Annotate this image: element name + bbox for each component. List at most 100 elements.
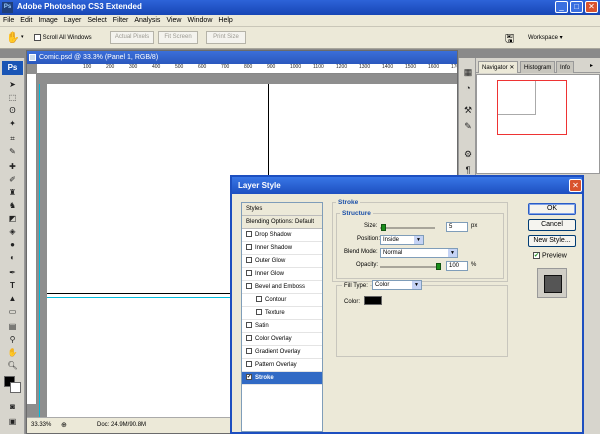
menu-view[interactable]: View [163,15,184,26]
panel-menu-icon[interactable]: ▸ [590,62,593,69]
eyedropper-sample-tool-icon[interactable]: ⚲ [3,334,22,345]
style-checkbox[interactable] [246,283,252,290]
zoom-tool-icon[interactable]: 🔍︎ [3,360,22,371]
close-button[interactable]: ✕ [585,1,598,13]
fill-type-select[interactable]: Color ▼ [372,280,422,290]
tab-navigator[interactable]: Navigator ✕ [478,61,519,73]
brushes-panel-icon[interactable]: ✎ [462,120,474,132]
path-selection-tool-icon[interactable]: ▲ [3,293,22,304]
history-brush-tool-icon[interactable]: ♞ [3,200,22,211]
menu-filter[interactable]: Filter [110,15,132,26]
history-panel-icon[interactable]: ◔ [462,82,474,94]
style-checkbox[interactable] [246,348,252,355]
maximize-button[interactable]: □ [570,1,583,13]
position-select[interactable]: Inside ▼ [380,235,424,245]
new-style-button[interactable]: New Style... [528,235,576,247]
style-item[interactable]: Bevel and Emboss [242,281,322,294]
cancel-button[interactable]: Cancel [528,219,576,231]
minimize-button[interactable]: _ [555,1,568,13]
size-slider-track[interactable] [380,227,435,229]
notes-tool-icon[interactable]: ▤ [3,321,22,332]
menu-analysis[interactable]: Analysis [131,15,163,26]
size-slider-knob[interactable] [381,224,386,231]
menu-select[interactable]: Select [84,15,109,26]
style-checkbox[interactable] [256,309,262,316]
preview-checkbox[interactable]: ✔ [533,252,540,259]
style-item[interactable]: Color Overlay [242,333,322,346]
hand-tool-icon[interactable]: ✋ [3,347,22,358]
clone-source-icon[interactable]: ⚙ [462,148,474,160]
quick-mask-icon[interactable]: ◙ [3,401,22,412]
tab-info[interactable]: Info [556,61,575,73]
opacity-slider-knob[interactable] [436,263,441,270]
dodge-tool-icon[interactable]: ◐ [3,252,22,263]
navigator-preview[interactable] [476,74,600,174]
opacity-slider-track[interactable] [380,266,440,268]
document-title-bar[interactable]: Comic.psd @ 33.3% (Panel 1, RGB/8) [27,51,457,64]
blend-mode-select[interactable]: Normal ▼ [380,248,458,258]
style-checkbox[interactable]: ✔ [246,374,252,381]
scroll-all-windows-checkbox[interactable] [34,34,41,41]
style-checkbox[interactable] [256,296,262,303]
tool-presets-icon[interactable]: ⚒ [462,104,474,116]
vertical-ruler[interactable] [27,74,37,404]
style-item[interactable]: Blending Options: Default [242,216,322,229]
paint-bucket-tool-icon[interactable]: ◈ [3,226,22,237]
status-menu-icon[interactable]: ⊕ [61,418,67,433]
style-checkbox[interactable] [246,257,252,264]
dialog-close-button[interactable]: ✕ [569,179,582,192]
workspace-menu[interactable]: Workspace ▾ [528,34,563,41]
preview-option[interactable]: ✔ Preview [533,252,567,259]
actual-pixels-button[interactable]: Actual Pixels [110,31,154,44]
fit-screen-button[interactable]: Fit Screen [158,31,198,44]
magic-wand-tool-icon[interactable]: ✦ [3,118,22,129]
style-item[interactable]: Texture [242,307,322,320]
menu-help[interactable]: Help [215,15,235,26]
style-checkbox[interactable] [246,361,252,368]
lasso-tool-icon[interactable]: ʘ [3,105,22,116]
background-color-swatch[interactable] [10,382,21,393]
shape-tool-icon[interactable]: ▭ [3,306,22,317]
horizontal-ruler[interactable]: 100 200 300 400 500 600 700 800 900 1000 1100 1200 1… [37,64,457,74]
style-item[interactable]: Drop Shadow [242,229,322,242]
clone-stamp-tool-icon[interactable]: ♜ [3,187,22,198]
opacity-input[interactable]: 100 [446,261,468,271]
hand-tool-icon[interactable]: ✋ [6,31,20,44]
style-checkbox[interactable] [246,244,252,251]
style-checkbox[interactable] [246,322,252,329]
menu-edit[interactable]: Edit [17,15,35,26]
size-input[interactable]: 5 [446,222,468,232]
tab-histogram[interactable]: Histogram [520,61,556,73]
type-tool-icon[interactable]: T [3,280,22,291]
brush-tool-icon[interactable]: ✐ [3,174,22,185]
crop-tool-icon[interactable]: ⌗ [3,133,22,144]
healing-brush-tool-icon[interactable]: ✚ [3,161,22,172]
menu-window[interactable]: Window [184,15,215,26]
style-item[interactable]: Inner Glow [242,268,322,281]
panel-icon-1[interactable]: ▦ [462,66,474,78]
bridge-icon[interactable]: 🖫 [505,30,514,49]
stroke-color-swatch[interactable] [364,296,382,305]
style-item[interactable]: Pattern Overlay [242,359,322,372]
scroll-all-windows-option[interactable]: Scroll All Windows [34,34,92,41]
marquee-tool-icon[interactable]: ⬚ [3,92,22,103]
dialog-title-bar[interactable]: Layer Style [232,177,582,194]
eyedropper-tool-icon[interactable]: ✎ [3,146,22,157]
menu-layer[interactable]: Layer [61,15,85,26]
eraser-tool-icon[interactable]: ◩ [3,213,22,224]
ok-button[interactable]: OK [528,203,576,215]
move-tool-icon[interactable]: ➤ [3,79,22,90]
style-item[interactable]: Gradient Overlay [242,346,322,359]
print-size-button[interactable]: Print Size [206,31,246,44]
pen-tool-icon[interactable]: ✒ [3,267,22,278]
screen-mode-icon[interactable]: ▣ [3,416,22,427]
style-item[interactable]: Satin [242,320,322,333]
menu-file[interactable]: File [0,15,17,26]
style-checkbox[interactable] [246,231,252,238]
style-item[interactable]: ✔ Stroke [242,372,322,385]
zoom-level[interactable]: 33.33% [31,418,51,433]
menu-image[interactable]: Image [35,15,60,26]
navigator-view-box[interactable] [497,80,567,135]
style-checkbox[interactable] [246,335,252,342]
style-checkbox[interactable] [246,270,252,277]
